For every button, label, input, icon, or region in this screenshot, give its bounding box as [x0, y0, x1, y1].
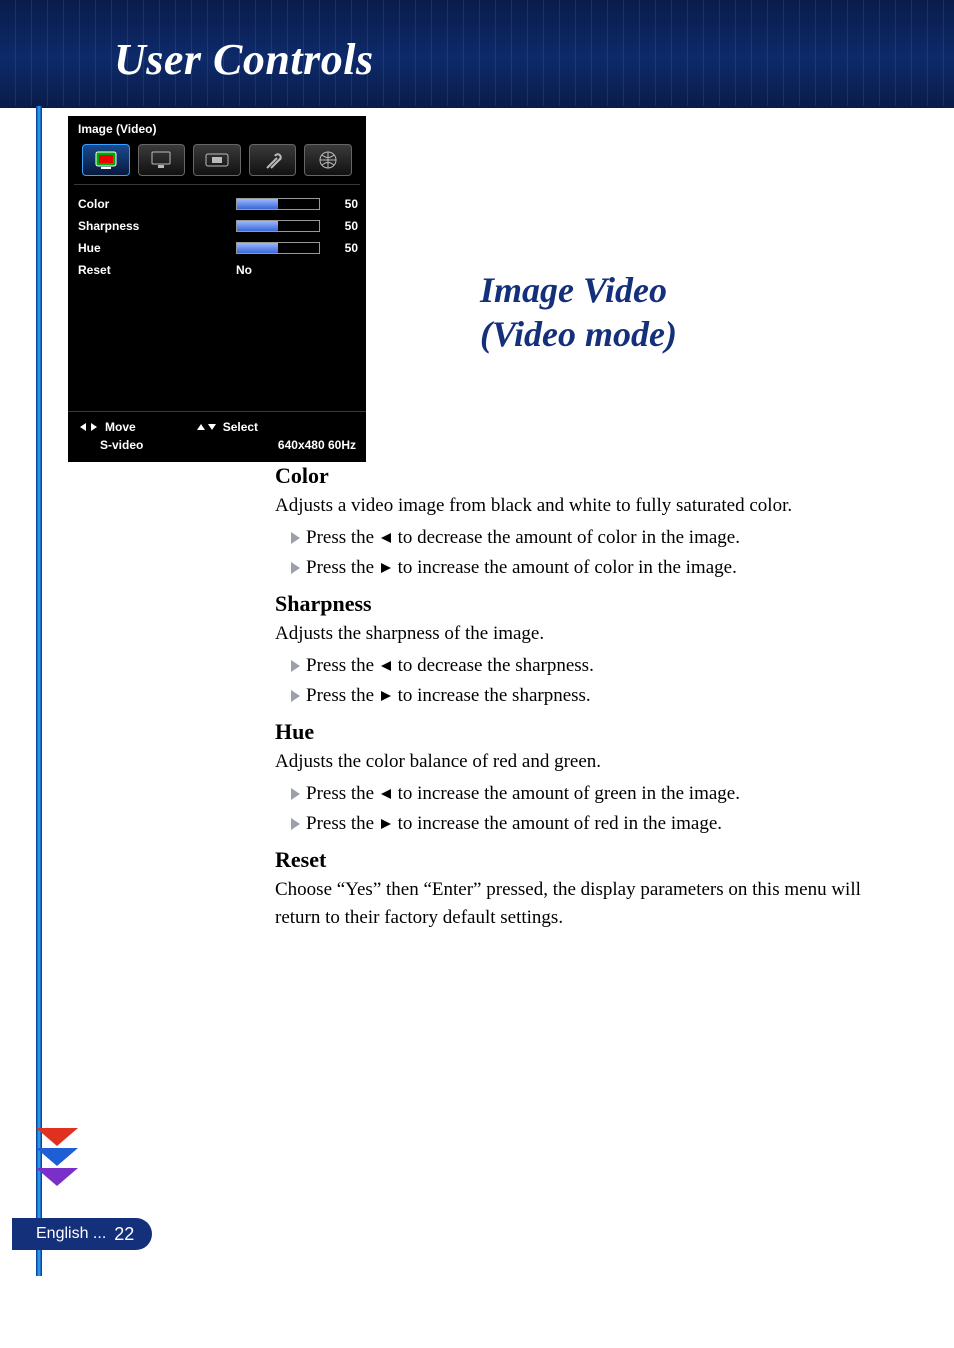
osd-row-hue[interactable]: Hue 50 [78, 237, 356, 259]
section-title: User Controls [114, 34, 374, 85]
arrow-right-icon [379, 817, 393, 831]
source-label: S-video [78, 438, 143, 452]
subsection-title-sharpness: Sharpness [275, 590, 892, 618]
osd-row-textvalue: No [236, 263, 356, 277]
document-body: Color Adjusts a video image from black a… [275, 454, 892, 936]
language-label: English ... [36, 1225, 106, 1243]
bullet-text: Press the to decrease the sharpness. [306, 652, 594, 680]
globe-icon [318, 150, 338, 170]
slider-fill [237, 243, 278, 253]
subsection-title-color: Color [275, 462, 892, 490]
display-tab[interactable] [138, 144, 186, 176]
subsection-intro: Adjusts the sharpness of the image. [275, 620, 892, 648]
osd-row-sharpness[interactable]: Sharpness 50 [78, 215, 356, 237]
bullet-item: Press the to decrease the sharpness. [291, 652, 892, 680]
subsection-intro: Adjusts a video image from black and whi… [275, 492, 892, 520]
page-number: 22 [114, 1224, 134, 1245]
left-right-keys-icon [78, 422, 99, 432]
document-heading: Image Video (Video mode) [480, 268, 677, 356]
arrow-right-icon [379, 561, 393, 575]
bullet-item: Press the to increase the amount of colo… [291, 554, 892, 582]
bullet-item: Press the to increase the amount of red … [291, 810, 892, 838]
subsection-intro: Choose “Yes” then “Enter” pressed, the d… [275, 876, 892, 932]
slider-fill [237, 221, 278, 231]
slider-track[interactable] [236, 220, 320, 232]
osd-panel: Image (Video) Color 50 Sha [68, 116, 366, 462]
page-footer-pill: English ... 22 [12, 1218, 152, 1250]
arrow-left-icon [379, 787, 393, 801]
bullet-marker-icon [291, 562, 300, 574]
osd-body: Color 50 Sharpness 50 Hue 50 Reset No [68, 185, 366, 411]
bullet-text: Press the to decrease the amount of colo… [306, 524, 740, 552]
subsection-intro: Adjusts the color balance of red and gre… [275, 748, 892, 776]
osd-row-value: 50 [320, 241, 358, 255]
osd-row-value: 50 [320, 219, 358, 233]
bullet-item: Press the to increase the amount of gree… [291, 780, 892, 808]
bullet-marker-icon [291, 690, 300, 702]
bullet-item: Press the to increase the sharpness. [291, 682, 892, 710]
move-label: Move [105, 420, 136, 434]
slider-fill [237, 199, 278, 209]
up-down-keys-icon [196, 422, 217, 432]
language-tab[interactable] [304, 144, 352, 176]
slider-track[interactable] [236, 242, 320, 254]
osd-title: Image (Video) [78, 122, 358, 136]
tools-icon [263, 150, 283, 170]
slider-track[interactable] [236, 198, 320, 210]
osd-row-reset[interactable]: Reset No [78, 259, 356, 281]
chevron-decoration-icon [32, 1128, 82, 1194]
bullet-text: Press the to increase the amount of red … [306, 810, 722, 838]
subsection-title-reset: Reset [275, 846, 892, 874]
osd-row-value: 50 [320, 197, 358, 211]
setup-tab[interactable] [249, 144, 297, 176]
arrow-left-icon [379, 659, 393, 673]
monitor-icon [150, 151, 172, 169]
heading-line: (Video mode) [480, 312, 677, 356]
osd-tab-bar [76, 140, 358, 184]
image-video-tab[interactable] [82, 144, 130, 176]
bullet-marker-icon [291, 818, 300, 830]
arrow-left-icon [379, 531, 393, 545]
subsection-title-hue: Hue [275, 718, 892, 746]
aspect-icon [205, 153, 229, 167]
heading-line: Image Video [480, 268, 677, 312]
osd-row-label: Hue [78, 241, 236, 255]
osd-header: Image (Video) [68, 116, 366, 184]
bullet-item: Press the to decrease the amount of colo… [291, 524, 892, 552]
bullet-marker-icon [291, 660, 300, 672]
bullet-text: Press the to increase the sharpness. [306, 682, 591, 710]
resolution-label: 640x480 60Hz [278, 438, 356, 452]
bullet-text: Press the to increase the amount of colo… [306, 554, 737, 582]
bullet-marker-icon [291, 788, 300, 800]
osd-row-color[interactable]: Color 50 [78, 193, 356, 215]
osd-row-label: Reset [78, 263, 236, 277]
select-label: Select [223, 420, 258, 434]
bullet-text: Press the to increase the amount of gree… [306, 780, 740, 808]
aspect-tab[interactable] [193, 144, 241, 176]
bullet-marker-icon [291, 532, 300, 544]
tv-icon [95, 151, 117, 169]
osd-row-label: Sharpness [78, 219, 236, 233]
left-accent-rail [36, 106, 42, 1276]
arrow-right-icon [379, 689, 393, 703]
osd-row-label: Color [78, 197, 236, 211]
